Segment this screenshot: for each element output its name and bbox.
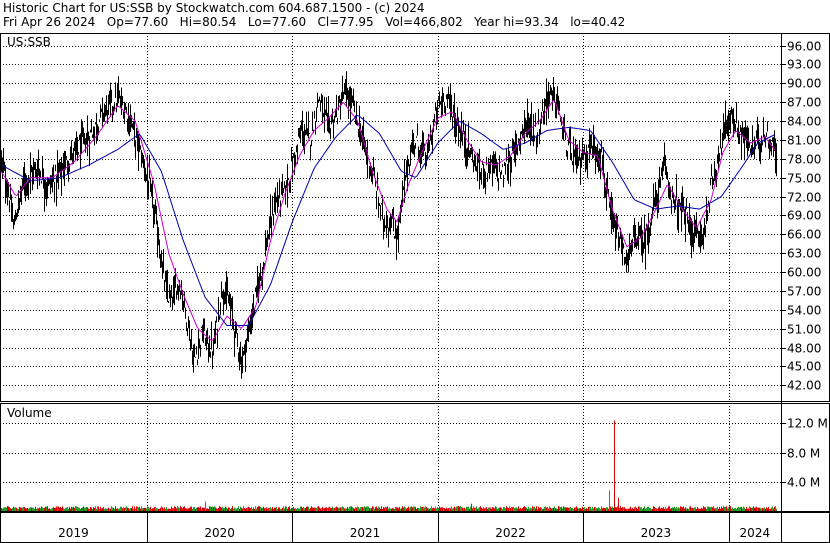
price-tick-label: 57.00 (787, 285, 821, 299)
price-tick-label: 48.00 (787, 342, 821, 356)
price-panel: US:SSB 96.00 93.00 90.00 87.00 84.00 81.00 78.0… (0, 33, 830, 543)
volume-tick-label: 8.0 M (787, 447, 820, 461)
volume-tick-label: 4.0 M (787, 476, 820, 490)
price-tick-label: 78.00 (787, 153, 821, 167)
price-tick-label: 45.00 (787, 360, 821, 374)
price-bars (1, 71, 777, 379)
price-tick-label: 69.00 (787, 209, 821, 223)
price-tick-label: 42.00 (787, 379, 821, 393)
x-axis-year-label: 2024 (740, 526, 771, 540)
volume-panel-frame (0, 403, 830, 512)
price-tick-label: 66.00 (787, 228, 821, 242)
price-tick-label: 96.00 (787, 40, 821, 54)
x-axis-year-label: 2019 (58, 526, 89, 540)
x-axis-panel: 2019 2020 2021 2022 2023 2024 (0, 512, 830, 543)
x-axis-year-label: 2021 (350, 526, 381, 540)
volume-tick-label: 12.0 M (787, 417, 828, 431)
price-tick-label: 54.00 (787, 304, 821, 318)
price-tick-label: 60.00 (787, 266, 821, 280)
x-axis-year-label: 2020 (204, 526, 235, 540)
price-tick-label: 81.00 (787, 134, 821, 148)
x-axis-year-label: 2022 (495, 526, 526, 540)
price-panel-title: US:SSB (7, 35, 51, 49)
price-tick-label: 84.00 (787, 115, 821, 129)
price-tick-label: 51.00 (787, 323, 821, 337)
price-tick-label: 93.00 (787, 58, 821, 72)
price-tick-label: 63.00 (787, 247, 821, 261)
stock-chart: US:SSB 96.00 93.00 90.00 87.00 84.00 81.00 78.0… (0, 33, 830, 543)
x-axis-frame (0, 512, 830, 543)
price-tick-label: 75.00 (787, 172, 821, 186)
price-tick-label: 90.00 (787, 77, 821, 91)
volume-bars (1, 420, 777, 511)
price-tick-label: 87.00 (787, 96, 821, 110)
x-axis-year-label: 2023 (641, 526, 672, 540)
price-panel-frame (0, 33, 830, 402)
chart-stage: Historic Chart for US:SSB by Stockwatch.… (0, 0, 830, 543)
price-tick-label: 72.00 (787, 191, 821, 205)
volume-panel: Volume 12.0 M 8.0 M 4.0 M (0, 403, 830, 512)
volume-panel-title: Volume (7, 406, 52, 420)
